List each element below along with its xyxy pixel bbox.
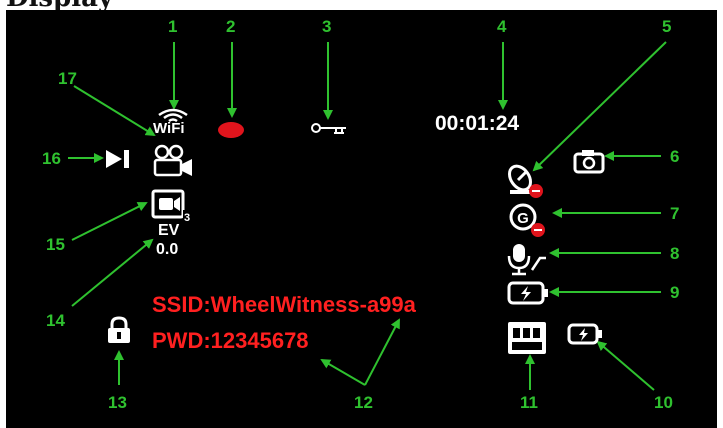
callout-2: 2 (226, 17, 236, 36)
callout-13: 13 (108, 393, 127, 412)
callout-5: 5 (662, 17, 672, 36)
callout-14: 14 (46, 311, 65, 330)
wifi-label: WiFi (153, 120, 185, 137)
arrow-12a (320, 358, 366, 386)
arrow-17 (73, 85, 156, 137)
callout-7: 7 (670, 204, 680, 223)
memory-card-icon (508, 322, 546, 354)
arrow-14 (71, 238, 154, 307)
arrow-10 (596, 340, 655, 391)
video-camera-icon (153, 144, 192, 177)
photo-camera-icon (573, 150, 605, 174)
callout-17: 17 (58, 69, 77, 88)
callout-15: 15 (46, 235, 65, 254)
page-title-strip: Display (0, 0, 723, 10)
callout-arrows (68, 41, 667, 391)
g-sensor-disabled-icon: G (509, 203, 545, 237)
callout-8: 8 (670, 244, 680, 263)
ev-label: EV (158, 222, 180, 239)
wifi-ssid: SSID:WheelWitness-a99a (152, 292, 416, 317)
svg-text:3: 3 (184, 212, 190, 224)
key-icon (311, 123, 346, 134)
padlock-icon (108, 316, 130, 343)
svg-text:G: G (517, 210, 529, 227)
dashcam-screen: 1 2 3 4 5 6 7 8 9 10 11 12 13 14 15 16 1… (6, 10, 717, 428)
callout-10: 10 (654, 393, 673, 412)
callout-9: 9 (670, 283, 680, 302)
recording-timer: 00:01:24 (435, 112, 520, 135)
page-title: Display (6, 0, 113, 10)
callout-4: 4 (497, 17, 507, 36)
callout-6: 6 (670, 147, 680, 166)
ev-value: 0.0 (156, 241, 179, 258)
callout-16: 16 (42, 149, 61, 168)
callout-12: 12 (354, 393, 373, 412)
exposure-value-indicator: EV 0.0 (154, 222, 194, 268)
callout-1: 1 (168, 17, 178, 36)
microphone-icon (507, 244, 546, 276)
wifi-indicator: WiFi (150, 106, 196, 142)
recording-dot-icon (218, 122, 244, 138)
arrow-12b (364, 318, 400, 386)
wifi-password: PWD:12345678 (152, 328, 309, 353)
charging-battery-icon (507, 281, 548, 305)
photo-burst-icon: 3 (151, 189, 191, 224)
play-icon (106, 150, 129, 168)
callout-3: 3 (322, 17, 332, 36)
gps-disabled-icon (508, 164, 543, 198)
parking-battery-icon (567, 323, 602, 345)
callout-11: 11 (520, 393, 538, 412)
arrow-15 (71, 202, 148, 241)
